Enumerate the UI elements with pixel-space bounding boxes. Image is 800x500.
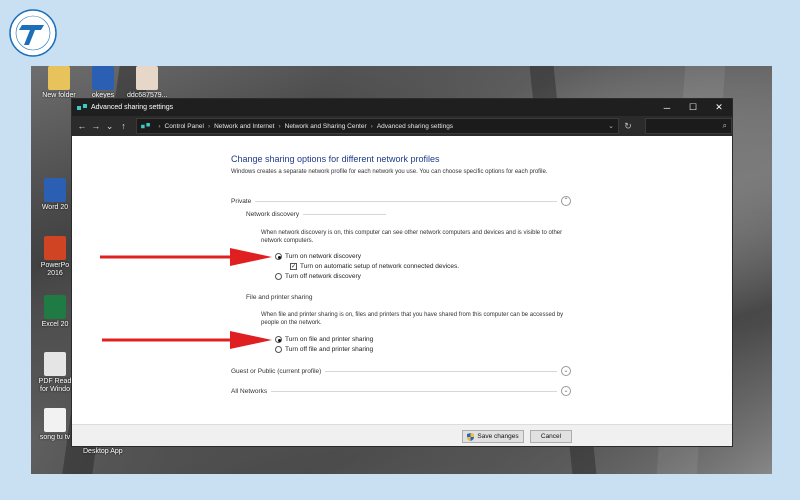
radio-button[interactable] (275, 336, 282, 343)
network-discovery-header: Network discovery (246, 211, 386, 218)
section-all-networks[interactable]: All Networks ⌄ (231, 386, 571, 396)
turn-on-file-sharing-option[interactable]: Turn on file and printer sharing (275, 336, 373, 343)
chevron-right-icon: › (158, 122, 161, 130)
desktop-icon-excel[interactable]: Excel 20 (35, 295, 75, 329)
back-arrow-icon[interactable]: ← (75, 121, 89, 131)
turn-off-network-discovery-option[interactable]: Turn off network discovery (275, 273, 361, 280)
section-all-networks-label: All Networks (231, 387, 268, 395)
desktop-icon-word[interactable]: Word 20 (35, 178, 75, 212)
network-discovery-text: When network discovery is on, this compu… (261, 230, 563, 244)
chevron-right-icon: › (370, 122, 373, 130)
radio-button[interactable] (275, 273, 282, 280)
uac-shield-icon (467, 432, 475, 441)
page-heading: Change sharing options for different net… (231, 154, 440, 164)
section-guest-public[interactable]: Guest or Public (current profile) ⌄ (231, 366, 571, 376)
search-input[interactable]: ⌕ (644, 118, 732, 134)
turn-on-network-discovery-option[interactable]: Turn on network discovery (275, 253, 361, 260)
desktop-icon-ddc[interactable]: ddc687579... (127, 66, 167, 100)
refresh-icon[interactable]: ↻ (619, 121, 637, 132)
file-printer-text: When file and printer sharing is on, fil… (261, 312, 564, 326)
section-private[interactable]: Private ⌃ (231, 196, 571, 206)
radio-button[interactable] (275, 253, 282, 260)
close-button[interactable]: ✕ (706, 102, 732, 113)
desktop-icon-song[interactable]: song tu tv (35, 408, 75, 442)
chevron-right-icon: › (207, 122, 211, 130)
breadcrumb-advanced-sharing[interactable]: Advanced sharing settings (377, 123, 453, 130)
search-icon: ⌕ (722, 121, 727, 130)
maximize-button[interactable]: ☐ (680, 102, 706, 113)
navigation-bar: ← → ⌄ ↑ › Control Panel › Network and In… (72, 116, 732, 136)
advanced-sharing-window: Advanced sharing settings ─ ☐ ✕ ← → ⌄ ↑ … (71, 98, 733, 447)
network-icon (77, 103, 87, 110)
desktop-icon-new-folder[interactable]: New folder (39, 66, 79, 100)
checkbox[interactable]: ✓ (290, 263, 297, 270)
breadcrumb-control-panel[interactable]: Control Panel (165, 123, 204, 130)
settings-content: Change sharing options for different net… (72, 138, 732, 424)
desktop-icon-pdf-reader[interactable]: PDF Read for Windo (35, 352, 75, 394)
cancel-button[interactable]: Cancel (530, 430, 572, 443)
breadcrumb-network-internet[interactable]: Network and Internet (214, 123, 274, 130)
forward-arrow-icon[interactable]: → (89, 121, 103, 131)
radio-button[interactable] (275, 346, 282, 353)
recent-locations-icon[interactable]: ⌄ (103, 121, 117, 132)
address-bar[interactable]: › Control Panel › Network and Internet ›… (136, 118, 620, 134)
dialog-footer: Save changes Cancel (72, 424, 732, 446)
desktop-icon-powerpoint[interactable]: PowerPo 2016 (35, 236, 75, 278)
red-arrow-icon (100, 248, 272, 266)
file-printer-header: File and printer sharing (246, 294, 313, 301)
expand-icon[interactable]: ⌄ (561, 386, 571, 396)
expand-icon[interactable]: ⌄ (561, 366, 571, 376)
section-private-label: Private (231, 197, 252, 205)
turn-off-file-sharing-option[interactable]: Turn off file and printer sharing (275, 346, 373, 353)
auto-setup-option[interactable]: ✓ Turn on automatic setup of network con… (290, 263, 459, 270)
chevron-right-icon: › (278, 122, 281, 130)
up-arrow-icon[interactable]: ↑ (117, 121, 131, 131)
window-title: Advanced sharing settings (91, 104, 174, 111)
section-guest-public-label: Guest or Public (current profile) (231, 367, 322, 375)
brand-logo (9, 9, 57, 57)
save-changes-button[interactable]: Save changes (462, 430, 524, 443)
desktop-app-label[interactable]: Desktop App (83, 448, 123, 455)
desktop-icon-okeyes[interactable]: okeyes (83, 66, 123, 100)
red-arrow-icon (102, 331, 272, 349)
title-bar: Advanced sharing settings ─ ☐ ✕ (72, 99, 732, 116)
network-icon (141, 122, 151, 128)
breadcrumb-sharing-center[interactable]: Network and Sharing Center (285, 123, 367, 130)
address-dropdown-icon[interactable]: ⌄ (604, 122, 618, 130)
page-description: Windows creates a separate network profi… (231, 169, 548, 175)
minimize-button[interactable]: ─ (654, 103, 680, 113)
collapse-icon[interactable]: ⌃ (561, 196, 571, 206)
